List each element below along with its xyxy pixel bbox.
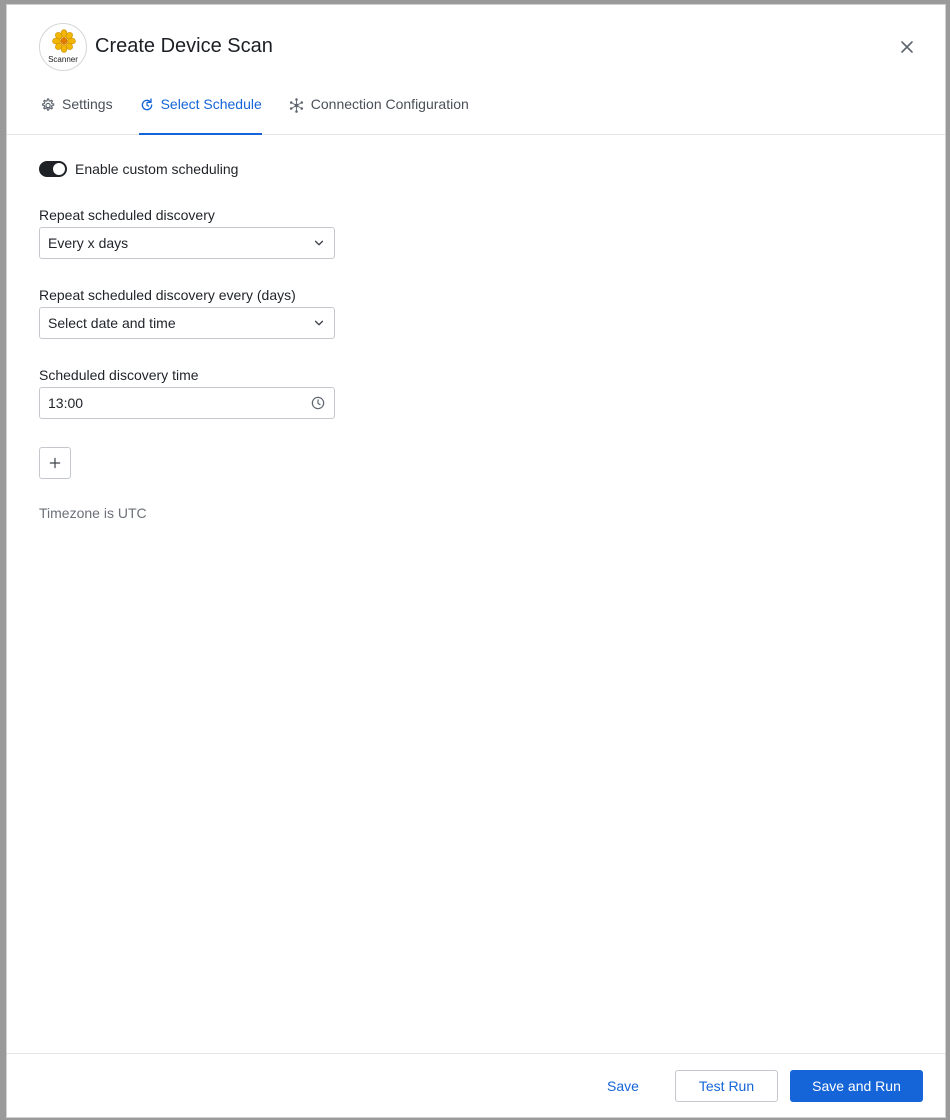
gear-icon xyxy=(41,98,55,111)
scanner-logo: Scanner xyxy=(39,23,87,71)
discovery-time-value: 13:00 xyxy=(48,395,84,411)
tab-select-schedule[interactable]: Select Schedule xyxy=(138,91,262,135)
repeat-every-select-value: Select date and time xyxy=(48,315,176,331)
tab-select-schedule-label: Select Schedule xyxy=(160,96,262,112)
tab-bar: Settings Select Schedule Connection Conf… xyxy=(39,91,495,135)
custom-scheduling-toggle[interactable] xyxy=(39,161,67,177)
tab-settings-label: Settings xyxy=(62,96,113,112)
test-run-button[interactable]: Test Run xyxy=(675,1070,778,1102)
save-and-run-button[interactable]: Save and Run xyxy=(790,1070,923,1102)
repeat-select[interactable]: Every x days xyxy=(39,227,335,259)
repeat-every-select[interactable]: Select date and time xyxy=(39,307,335,339)
discovery-time-label: Scheduled discovery time xyxy=(39,367,199,383)
timezone-note: Timezone is UTC xyxy=(39,505,147,521)
custom-scheduling-row: Enable custom scheduling xyxy=(39,159,639,179)
repeat-every-label: Repeat scheduled discovery every (days) xyxy=(39,287,296,303)
discovery-time-input[interactable]: 13:00 xyxy=(39,387,335,419)
network-icon xyxy=(289,98,303,113)
chevron-down-icon xyxy=(314,320,324,326)
add-schedule-button[interactable] xyxy=(39,447,71,479)
logo-text: Scanner xyxy=(48,55,78,64)
save-button[interactable]: Save xyxy=(593,1070,653,1102)
dialog-footer: Save Test Run Save and Run xyxy=(7,1053,945,1119)
schedule-form: Enable custom scheduling Repeat schedule… xyxy=(39,159,639,521)
close-button[interactable] xyxy=(895,35,919,59)
close-icon xyxy=(901,41,913,53)
clock-icon[interactable] xyxy=(310,395,326,411)
plus-icon xyxy=(49,457,61,469)
chevron-down-icon xyxy=(314,240,324,246)
repeat-select-value: Every x days xyxy=(48,235,129,251)
tab-connection-configuration[interactable]: Connection Configuration xyxy=(288,91,469,135)
tab-connection-configuration-label: Connection Configuration xyxy=(310,96,469,112)
repeat-label: Repeat scheduled discovery xyxy=(39,207,215,223)
refresh-icon xyxy=(141,98,152,111)
tab-settings[interactable]: Settings xyxy=(39,91,113,135)
create-device-scan-dialog: Scanner Create Device Scan Settings Sele… xyxy=(6,4,946,1118)
scanner-logo-icon xyxy=(52,29,76,53)
dialog-header: Scanner Create Device Scan Settings Sele… xyxy=(7,5,945,135)
custom-scheduling-label: Enable custom scheduling xyxy=(75,161,239,177)
dialog-title: Create Device Scan xyxy=(95,35,273,57)
